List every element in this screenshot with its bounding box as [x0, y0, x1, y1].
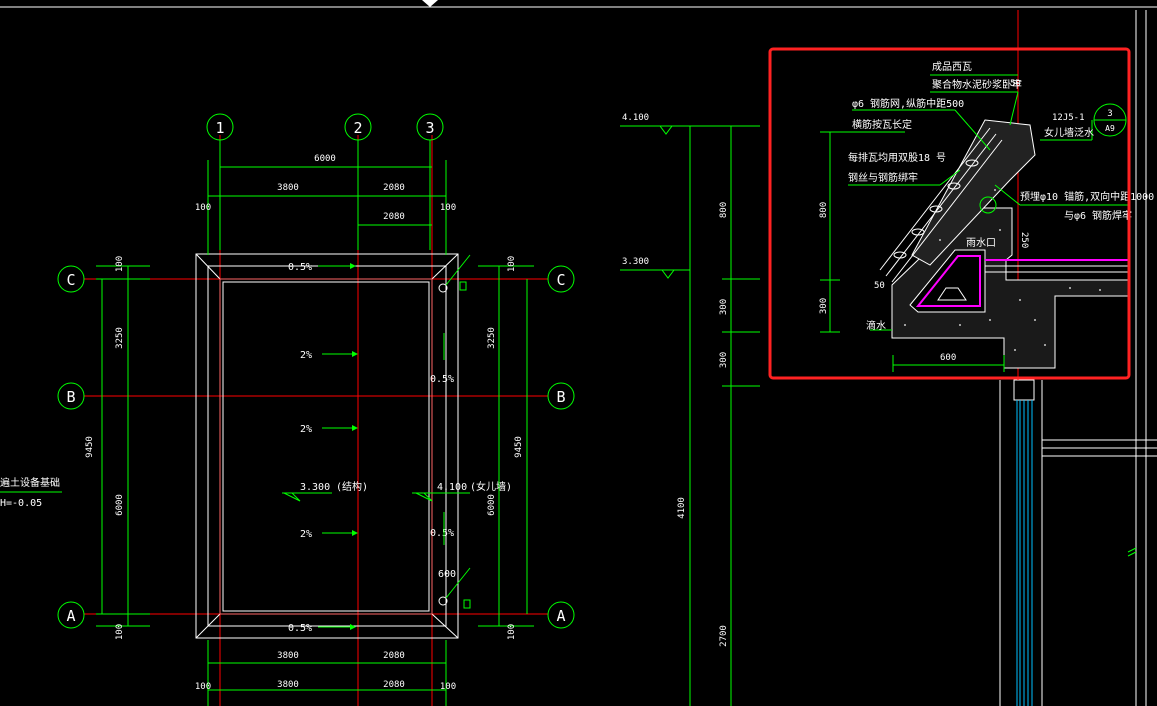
detail-label-anchor-2: 与φ6 钢筋焊牢 [1064, 209, 1132, 222]
section-dim-300a: 300 [719, 299, 729, 315]
dim-left-seg1: 3250 [115, 327, 125, 349]
axis-label-3: 3 [425, 119, 434, 137]
dim-right-overall: 9450 [514, 436, 524, 458]
detail-label-rebar-mesh: φ6 钢筋网,纵筋中距500 [852, 97, 964, 110]
dim-top-end-left: 100 [195, 203, 211, 213]
dim-left-overall: 9450 [85, 436, 95, 458]
detail-ref-code: 12J5-1 [1052, 113, 1085, 123]
dim-bottom-end-right: 100 [440, 682, 456, 692]
dim-left-seg2: 6000 [115, 494, 125, 516]
elev-parapet: 4.100 [437, 482, 467, 493]
dim-left-top: 100 [115, 256, 125, 272]
detail-ref-num: 3 [1107, 109, 1112, 119]
parapet-detail: 成品西瓦 聚合物水泥砂浆卧牢 φ6 钢筋网,纵筋中距500 横筋按瓦长定 每排瓦… [819, 61, 1154, 372]
dim-right-top: 100 [507, 256, 517, 272]
detail-label-250: 250 [1019, 232, 1029, 248]
detail-ref-sheet: A9 [1105, 124, 1115, 133]
parapet-outer [219, 278, 433, 615]
dim-right-seg2: 6000 [487, 494, 497, 516]
section-elev-mid: 3.300 [622, 257, 649, 267]
dim-bottom-end-left: 100 [195, 682, 211, 692]
detail-label-tile-fix-2: 钢丝与钢筋绑牢 [848, 171, 918, 184]
dim-top-overall: 6000 [314, 154, 336, 164]
detail-label-rain-outlet: 雨水口 [966, 237, 996, 249]
dim-top-seg3: 2080 [383, 212, 405, 222]
dim-left-bottom: 100 [115, 624, 125, 640]
parapet-inner [222, 281, 430, 612]
axis-label-b-left: B [66, 388, 75, 406]
slope-mid3: 2% [300, 529, 312, 540]
section-dim-4100: 4100 [677, 497, 687, 519]
elev-struct-note: (结构) [336, 480, 368, 493]
crosshair-marker-icon [422, 0, 438, 7]
slope-mid2: 2% [300, 424, 312, 435]
roof-plan: 1 2 3 C B A C B A 6000 3800 2080 2080 10… [0, 113, 575, 706]
dim-bottom-row2-seg2: 2080 [383, 680, 405, 690]
side-note-line2: H=-0.05 [0, 498, 42, 509]
dim-top-seg2: 2080 [383, 183, 405, 193]
detail-label-50b: 50 [874, 281, 885, 291]
drain-small-label: 600 [438, 569, 456, 580]
side-note-line1: 遍土设备基础 [0, 476, 60, 489]
detail-label-tile-fix-1: 每排瓦均用双股18 号 [848, 151, 946, 164]
detail-label-800: 800 [819, 202, 829, 218]
roof-outer-edge [195, 253, 459, 639]
detail-label-50: 50 [1010, 79, 1021, 89]
slope-right-lower: 0.5% [430, 528, 454, 539]
dim-right-bottom: 100 [507, 624, 517, 640]
detail-label-600: 600 [940, 353, 956, 363]
cad-drawing-canvas[interactable]: 1 2 3 C B A C B A 6000 3800 2080 2080 10… [0, 0, 1157, 706]
axis-label-1: 1 [215, 119, 224, 137]
axis-label-a-right: A [556, 607, 565, 625]
dim-right-seg1: 3250 [487, 327, 497, 349]
dim-bottom-row1-seg2: 2080 [383, 651, 405, 661]
elev-struct: 3.300 [300, 482, 330, 493]
detail-label-drip: 滴水 [866, 319, 886, 332]
axis-label-2: 2 [353, 119, 362, 137]
slope-bottom: 0.5% [288, 623, 312, 634]
elev-parapet-note: (女儿墙) [470, 480, 512, 493]
axis-label-b-right: B [556, 388, 565, 406]
axis-label-a-left: A [66, 607, 75, 625]
slope-top: 0.5% [288, 262, 312, 273]
detail-label-300: 300 [819, 298, 829, 314]
dim-bottom-row2-seg1: 3800 [277, 680, 299, 690]
dim-top-end-right: 100 [440, 203, 456, 213]
section-dim-800: 800 [719, 202, 729, 218]
section-elev-top: 4.100 [622, 113, 649, 123]
slope-right-upper: 0.5% [430, 374, 454, 385]
detail-label-mortar: 聚合物水泥砂浆卧牢 [932, 78, 1022, 91]
detail-label-spacing: 横筋按瓦长定 [852, 118, 912, 131]
detail-ref-note: 女儿墙泛水 [1044, 126, 1094, 139]
section-dim-2700: 2700 [719, 625, 729, 647]
section-dim-300b: 300 [719, 352, 729, 368]
detail-label-tile: 成品西瓦 [932, 61, 972, 73]
detail-label-anchor-1: 预埋φ10 锚筋,双向中距1000 [1020, 190, 1154, 203]
axis-label-c-left: C [66, 271, 75, 289]
right-edge-marks [1127, 547, 1137, 557]
roof-inner-edge [207, 265, 447, 627]
axis-label-c-right: C [556, 271, 565, 289]
slope-mid1: 2% [300, 350, 312, 361]
dim-top-seg1: 3800 [277, 183, 299, 193]
dim-bottom-row1-seg1: 3800 [277, 651, 299, 661]
